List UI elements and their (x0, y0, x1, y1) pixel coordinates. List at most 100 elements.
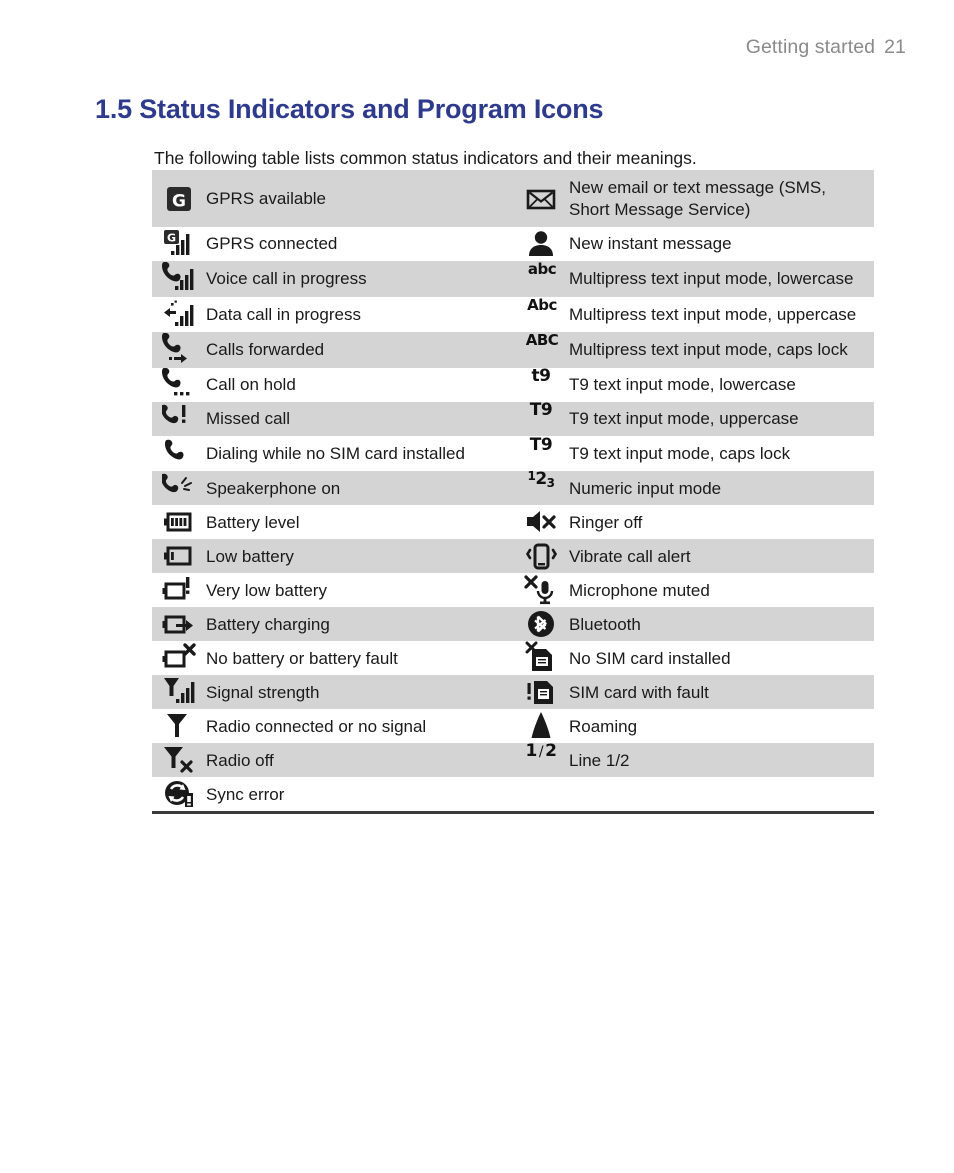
battery-charging-icon (162, 607, 196, 641)
battery-level-icon (162, 505, 196, 539)
table-row: Battery charging Bluetooth (152, 607, 874, 642)
right-icon-cell: T9 (513, 436, 569, 472)
table-row: Battery level Ringer off (152, 505, 874, 540)
left-label-cell: Very low battery (206, 580, 327, 600)
left-icon-cell (152, 539, 206, 573)
right-label-cell: Ringer off (569, 512, 643, 532)
left-icon-cell (152, 471, 206, 505)
very-low-battery-icon (162, 573, 196, 607)
right-label-cell: Roaming (569, 716, 638, 736)
left-label-cell: GPRS connected (206, 234, 338, 254)
voice-call-icon (162, 261, 196, 296)
right-icon-cell: 123 (513, 470, 569, 505)
left-label-cell: No battery or battery fault (206, 648, 398, 668)
dialing-no-sim-icon (162, 437, 196, 471)
table-row: Voice call in progress abc Multipress text… (152, 261, 874, 297)
table-row: Call on hold t9 T9 text input mode, lowerc… (152, 367, 874, 402)
right-label-cell: Multipress text input mode, caps lock (569, 340, 848, 360)
signal-strength-icon (162, 675, 196, 709)
gprs-connected-icon: G (162, 227, 196, 261)
status-indicator-table: G GPRS available New email or text messag… (152, 170, 874, 815)
left-icon-cell (152, 573, 206, 607)
left-label-cell: Calls forwarded (206, 340, 325, 360)
left-icon-cell (152, 709, 206, 743)
right-label-cell (569, 777, 874, 815)
table-row: G GPRS connected New instant message (152, 227, 874, 262)
left-icon-cell (152, 505, 206, 539)
table-row: Speakerphone on 123 Numeric input mode (152, 470, 874, 506)
line-1-2-icon: 1/2 (525, 741, 557, 762)
right-label-cell: No SIM card installed (569, 648, 731, 668)
microphone-muted-icon (524, 573, 558, 607)
right-label-cell: Line 1/2 (569, 750, 630, 770)
roaming-icon (524, 709, 558, 743)
left-label-cell: Missed call (206, 409, 291, 429)
left-icon-cell (152, 436, 206, 472)
calls-forwarded-icon (162, 333, 196, 367)
left-icon-cell (152, 297, 206, 333)
right-label-cell: New instant message (569, 234, 732, 254)
right-icon-cell: T9 (513, 399, 569, 436)
right-label-cell: Numeric input mode (569, 478, 722, 498)
right-label-cell: Multipress text input mode, uppercase (569, 304, 857, 324)
left-label-cell: Data call in progress (206, 304, 361, 324)
right-label-cell: T9 text input mode, uppercase (569, 409, 799, 429)
left-label-cell: GPRS available (206, 188, 327, 208)
right-label-cell: T9 text input mode, caps lock (569, 443, 791, 463)
right-icon-cell: abc (513, 261, 569, 297)
right-icon-cell (513, 227, 569, 261)
abc-lowercase-icon: abc (527, 261, 557, 277)
envelope-icon (524, 182, 558, 216)
left-icon-cell: G (152, 227, 206, 261)
table-row: Missed call T9 T9 text input mode, upperca… (152, 399, 874, 436)
left-icon-cell: G (152, 170, 206, 227)
table-row: Radio connected or no signal Roaming (152, 709, 874, 744)
right-icon-cell: t9 (513, 367, 569, 402)
running-header: Getting started 21 (746, 36, 906, 59)
table-row: Signal strength SIM card with fault (152, 675, 874, 710)
right-icon-cell: ABC (513, 332, 569, 368)
right-label-cell: Vibrate call alert (569, 546, 691, 566)
abc-uppercase-icon: Abc (527, 297, 557, 313)
left-label-cell: Sync error (206, 777, 513, 815)
right-icon-cell (513, 539, 569, 573)
radio-connected-icon (162, 709, 196, 743)
right-icon-cell: 1/2 (513, 743, 569, 777)
abc-capslock-icon: ABC (525, 333, 559, 349)
left-icon-cell (152, 641, 206, 675)
left-label-cell: Call on hold (206, 375, 296, 395)
t9-uppercase-icon: T9 (529, 399, 553, 420)
left-icon-cell (152, 402, 206, 436)
status-indicator-table-body: G GPRS available New email or text messag… (152, 170, 874, 815)
svg-text:G: G (167, 232, 176, 245)
data-call-icon (162, 298, 196, 332)
header-chapter-title: Getting started (745, 36, 876, 58)
sync-error-icon (162, 777, 196, 811)
left-label-cell: Low battery (206, 546, 294, 566)
left-label-cell: Radio connected or no signal (206, 716, 427, 736)
left-label-cell: Battery level (206, 512, 300, 532)
bluetooth-icon (524, 607, 558, 641)
left-label-cell: Speakerphone on (206, 478, 341, 498)
right-label-cell: Multipress text input mode, lowercase (569, 269, 854, 289)
person-icon (524, 227, 558, 261)
header-page-number: 21 (884, 36, 906, 58)
low-battery-icon (162, 539, 196, 573)
sim-card-fault-icon (524, 675, 558, 709)
right-label-cell: New email or text message (SMS, Short Me… (569, 178, 826, 219)
right-label-cell: T9 text input mode, lowercase (569, 375, 796, 395)
call-on-hold-icon (162, 367, 196, 402)
radio-off-icon (162, 743, 196, 777)
right-icon-cell (513, 607, 569, 641)
right-icon-cell (513, 641, 569, 675)
intro-paragraph: The following table lists common status … (154, 147, 697, 168)
left-label-cell: Signal strength (206, 682, 320, 702)
left-icon-cell (152, 261, 206, 297)
left-icon-cell (152, 367, 206, 402)
battery-fault-icon (162, 641, 196, 675)
right-icon-cell: Abc (513, 297, 569, 333)
table-row: Low battery Vibrate call alert (152, 539, 874, 574)
left-label-cell: Voice call in progress (206, 269, 367, 289)
left-label-cell: Radio off (206, 750, 274, 770)
table-row: Radio off 1/2 Line 1/2 (152, 743, 874, 778)
